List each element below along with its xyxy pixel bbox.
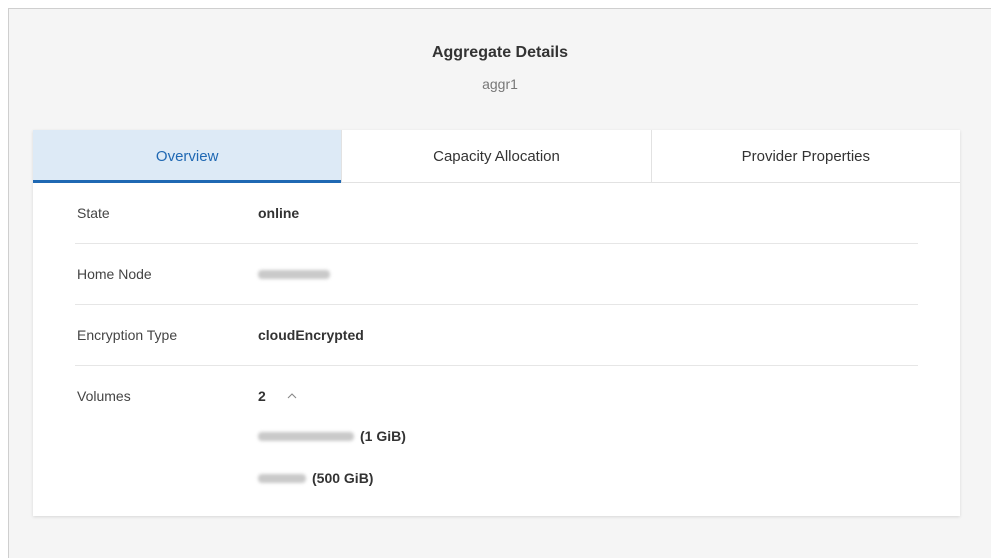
volume-size: (1 GiB) <box>360 428 406 444</box>
aggregate-name: aggr1 <box>482 76 518 92</box>
property-row-state: State online <box>75 183 918 244</box>
state-value: online <box>258 205 300 221</box>
tab-bar: Overview Capacity Allocation Provider Pr… <box>33 130 960 183</box>
property-row-encryption-type: Encryption Type cloudEncrypted <box>75 305 918 366</box>
volume-item: (500 GiB) <box>258 470 373 486</box>
property-label: State <box>77 205 110 221</box>
aggregate-details-panel: Aggregate Details aggr1 Overview Capacit… <box>8 8 991 558</box>
details-card: Overview Capacity Allocation Provider Pr… <box>33 130 960 516</box>
tab-capacity-allocation[interactable]: Capacity Allocation <box>342 130 652 182</box>
property-label: Volumes <box>77 388 131 404</box>
volume-name-redacted <box>258 431 354 441</box>
tab-provider-properties[interactable]: Provider Properties <box>652 130 960 182</box>
page-title: Aggregate Details <box>431 44 569 61</box>
encryption-type-value: cloudEncrypted <box>258 327 364 343</box>
chevron-up-icon[interactable] <box>287 391 297 401</box>
volume-count: 2 <box>258 388 266 404</box>
tab-overview[interactable]: Overview <box>33 130 343 183</box>
volume-item: (1 GiB) <box>258 428 406 444</box>
home-node-value-redacted <box>258 266 336 282</box>
property-label: Home Node <box>77 266 152 282</box>
property-row-volumes: Volumes 2 (1 GiB) (500 GiB) <box>75 366 918 516</box>
property-label: Encryption Type <box>77 327 178 343</box>
overview-properties: State online Home Node Encryption Type c… <box>75 183 918 516</box>
volume-size: (500 GiB) <box>312 470 374 486</box>
property-row-home-node: Home Node <box>75 244 918 305</box>
volume-name-redacted <box>258 473 306 483</box>
panel-header: Aggregate Details aggr1 <box>9 44 991 92</box>
